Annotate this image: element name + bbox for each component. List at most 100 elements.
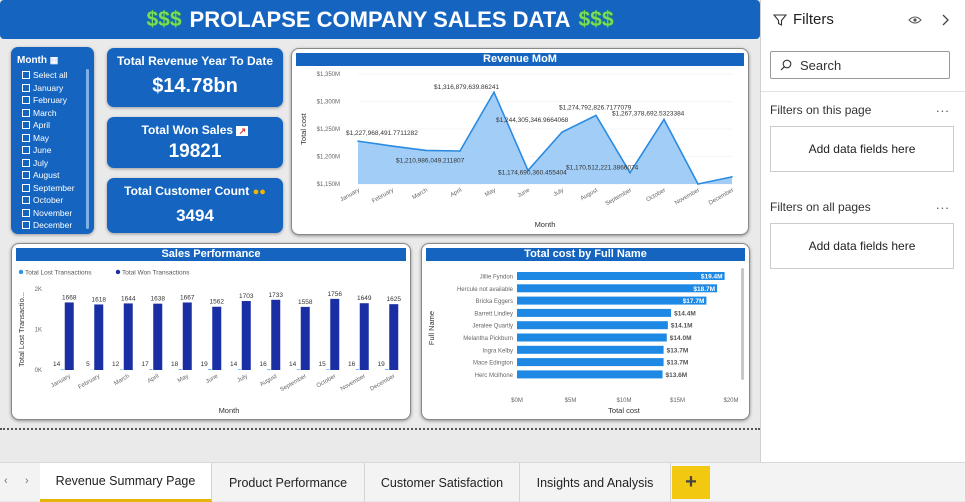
filters-title: Filters [793, 11, 834, 28]
slicer-item[interactable]: March [22, 107, 75, 120]
slicer-item-label: September [33, 183, 75, 193]
kpi-label: Total Revenue Year To Date [107, 54, 283, 68]
bar-won [65, 302, 74, 370]
data-label: $19.4M [701, 274, 723, 281]
slicer-item[interactable]: September [22, 182, 75, 195]
kpi-won-sales-card: Total Won Sales ↗ 19821 [107, 117, 283, 168]
bar [517, 297, 706, 305]
eye-icon[interactable] [908, 15, 922, 25]
x-tick-label: $20M [723, 398, 738, 404]
data-label-won: 1703 [239, 293, 254, 300]
x-tick-label: $0M [511, 398, 523, 404]
checkbox[interactable] [22, 71, 30, 79]
x-tick-label: January [50, 374, 71, 390]
y-axis-title: Full Name [427, 311, 436, 345]
bar-lost [149, 369, 152, 370]
tab-revenue-summary[interactable]: Revenue Summary Page [40, 463, 212, 502]
checkbox[interactable] [22, 171, 30, 179]
add-fields-all-well[interactable]: Add data fields here [770, 223, 954, 269]
x-axis-title: Month [535, 220, 556, 229]
revenue-mom-chart[interactable]: Revenue MoM $1,150M$1,200M$1,250M$1,300M… [291, 48, 749, 235]
checkbox[interactable] [22, 121, 30, 129]
x-tick-label: February [371, 188, 395, 205]
sales-performance-chart[interactable]: Sales Performance Total Lost Transaction… [11, 243, 411, 420]
slicer-item[interactable]: December [22, 219, 75, 232]
slicer-list: Select allJanuaryFebruaryMarchAprilMayJu… [22, 69, 75, 232]
month-slicer[interactable]: Month ▦ Select allJanuaryFebruaryMarchAp… [11, 47, 94, 234]
checkbox[interactable] [22, 184, 30, 192]
x-tick-label: May [177, 374, 190, 385]
bar [517, 346, 664, 354]
bar [517, 309, 671, 317]
filter-search-box[interactable]: Search [770, 51, 950, 79]
data-label-lost: 19 [201, 361, 209, 368]
data-label-lost: 12 [112, 361, 120, 368]
data-label-won: 1668 [62, 294, 77, 301]
slicer-item[interactable]: October [22, 194, 75, 207]
bar-lost [208, 369, 211, 370]
add-page-button[interactable]: + [672, 466, 710, 499]
checkbox[interactable] [22, 159, 30, 167]
total-cost-by-name-chart[interactable]: Total cost by Full Name Jillie Fyndon$19… [421, 243, 750, 420]
data-label-won: 1644 [121, 295, 136, 302]
more-options-icon[interactable]: ... [936, 100, 950, 115]
data-label-won: 1638 [151, 296, 166, 303]
checkbox[interactable] [22, 134, 30, 142]
search-input[interactable]: Search [800, 58, 841, 73]
x-tick-label: June [517, 187, 532, 199]
checkbox[interactable] [22, 146, 30, 154]
chevron-right-icon[interactable] [940, 14, 950, 26]
data-point [459, 150, 461, 152]
page-boundary-divider [0, 428, 760, 430]
checkbox[interactable] [22, 196, 30, 204]
x-tick-label: July [237, 374, 249, 385]
checkbox[interactable] [22, 209, 30, 217]
slicer-item-label: June [33, 145, 51, 155]
tab-customer-satisfaction[interactable]: Customer Satisfaction [365, 463, 520, 502]
section-page-label: Filters on this page [770, 103, 871, 117]
x-tick-label: September [279, 374, 307, 394]
slicer-item[interactable]: January [22, 82, 75, 95]
data-point [493, 91, 495, 93]
y-tick-label: Jillie Fyndon [480, 275, 513, 281]
bar [517, 358, 664, 366]
tab-product-performance[interactable]: Product Performance [212, 463, 365, 502]
slicer-item[interactable]: Select all [22, 69, 75, 82]
slicer-item[interactable]: June [22, 144, 75, 157]
checkbox[interactable] [22, 84, 30, 92]
slicer-item[interactable]: May [22, 132, 75, 145]
tab-scroll-left-icon[interactable]: ‹ [4, 475, 8, 487]
x-tick-label: May [484, 188, 497, 199]
search-icon [780, 59, 792, 71]
bar-won [242, 301, 251, 370]
checkbox[interactable] [22, 109, 30, 117]
tab-scroll-right-icon[interactable]: › [25, 475, 29, 487]
slicer-item-label: July [33, 158, 48, 168]
slicer-item[interactable]: November [22, 207, 75, 220]
slicer-item[interactable]: July [22, 157, 75, 170]
checkbox[interactable] [22, 96, 30, 104]
people-icon: ●● [253, 186, 266, 198]
filters-header: Filters [773, 11, 834, 28]
slicer-item[interactable]: February [22, 94, 75, 107]
slicer-item-label: April [33, 120, 50, 130]
bar [517, 370, 663, 378]
y-tick-label: 1K [35, 328, 42, 334]
bar-lost [179, 369, 182, 370]
add-fields-page-well[interactable]: Add data fields here [770, 126, 954, 172]
x-tick-label: October [646, 188, 667, 204]
more-options-icon[interactable]: ... [936, 197, 950, 212]
y-tick-label: Melantha Pickburn [463, 336, 513, 342]
slicer-item[interactable]: August [22, 169, 75, 182]
slicer-item-label: October [33, 195, 63, 205]
data-point [357, 140, 359, 142]
tab-insights-analysis[interactable]: Insights and Analysis [520, 463, 671, 502]
x-tick-label: September [605, 188, 633, 208]
slicer-scrollbar[interactable] [86, 69, 89, 229]
pane-divider [761, 91, 965, 92]
slicer-item[interactable]: April [22, 119, 75, 132]
report-canvas: $$$ PROLAPSE COMPANY SALES DATA $$$ Mont… [0, 0, 760, 462]
checkbox[interactable] [22, 221, 30, 229]
data-point [425, 150, 427, 152]
data-label-lost: 16 [348, 361, 356, 368]
